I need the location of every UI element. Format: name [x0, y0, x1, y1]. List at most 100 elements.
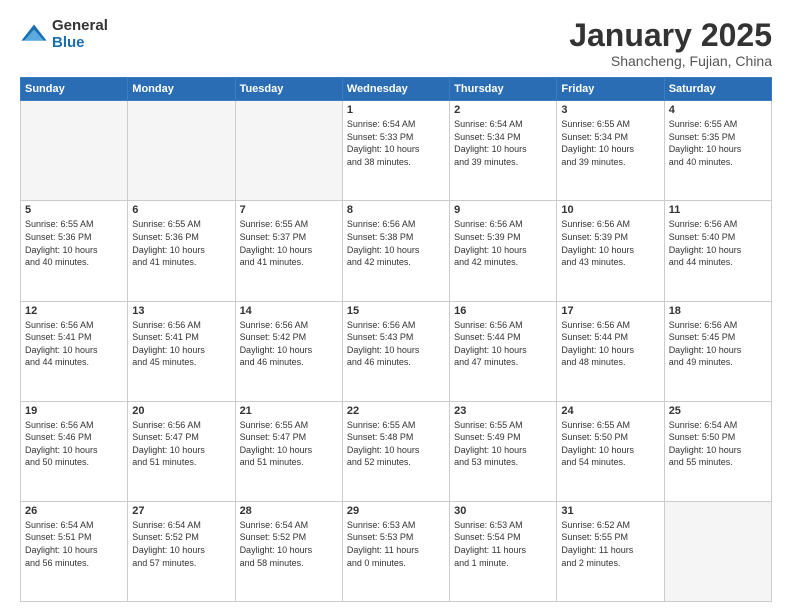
day-info: Sunrise: 6:53 AM Sunset: 5:54 PM Dayligh… [454, 519, 552, 569]
calendar-cell: 1Sunrise: 6:54 AM Sunset: 5:33 PM Daylig… [342, 101, 449, 201]
calendar-cell: 4 Sunrise: 6:55 AM Sunset: 5:35 PM Daylig… [664, 101, 771, 201]
day-info: Sunrise: 6:54 AM Sunset: 5:51 PM Dayligh… [25, 519, 123, 569]
day-info: Sunrise: 6:56 AM Sunset: 5:43 PM Dayligh… [347, 319, 445, 369]
day-info: Sunrise: 6:55 AM Sunset: 5:47 PM Dayligh… [240, 419, 338, 469]
day-number: 24 [561, 405, 659, 417]
week-row-3: 12 Sunrise: 6:56 AM Sunset: 5:41 PM Dayli… [21, 301, 772, 401]
week-row-5: 26 Sunrise: 6:54 AM Sunset: 5:51 PM Dayli… [21, 501, 772, 601]
calendar-cell: 9 Sunrise: 6:56 AM Sunset: 5:39 PM Daylig… [450, 201, 557, 301]
day-number: 19 [25, 405, 123, 417]
logo-text: General Blue [52, 18, 108, 51]
day-info: Sunrise: 6:56 AM Sunset: 5:46 PM Dayligh… [25, 419, 123, 469]
calendar-cell: 21 Sunrise: 6:55 AM Sunset: 5:47 PM Dayli… [235, 401, 342, 501]
day-number: 8 [347, 204, 445, 216]
day-info: Sunrise: 6:55 AM Sunset: 5:50 PM Dayligh… [561, 419, 659, 469]
calendar-cell [235, 101, 342, 201]
calendar-cell: 27 Sunrise: 6:54 AM Sunset: 5:52 PM Dayli… [128, 501, 235, 601]
calendar-cell: 23 Sunrise: 6:55 AM Sunset: 5:49 PM Dayli… [450, 401, 557, 501]
day-number: 9 [454, 204, 552, 216]
calendar: SundayMondayTuesdayWednesdayThursdayFrid… [20, 77, 772, 602]
week-row-4: 19 Sunrise: 6:56 AM Sunset: 5:46 PM Dayli… [21, 401, 772, 501]
weekday-sunday: Sunday [21, 78, 128, 101]
logo: General Blue [20, 18, 108, 51]
header: General Blue January 2025 Shancheng, Fuj… [20, 18, 772, 69]
calendar-cell: 12Sunrise: 6:56 AM Sunset: 5:41 PM Dayli… [21, 301, 128, 401]
day-number: 17 [561, 305, 659, 317]
week-row-2: 5 Sunrise: 6:55 AM Sunset: 5:36 PM Daylig… [21, 201, 772, 301]
day-info: Sunrise: 6:55 AM Sunset: 5:48 PM Dayligh… [347, 419, 445, 469]
day-info: Sunrise: 6:52 AM Sunset: 5:55 PM Dayligh… [561, 519, 659, 569]
day-info: Sunrise: 6:55 AM Sunset: 5:34 PM Dayligh… [561, 118, 659, 168]
location: Shancheng, Fujian, China [569, 53, 772, 69]
day-number: 22 [347, 405, 445, 417]
calendar-cell: 11 Sunrise: 6:56 AM Sunset: 5:40 PM Dayli… [664, 201, 771, 301]
weekday-header-row: SundayMondayTuesdayWednesdayThursdayFrid… [21, 78, 772, 101]
day-info: Sunrise: 6:55 AM Sunset: 5:36 PM Dayligh… [25, 218, 123, 268]
weekday-thursday: Thursday [450, 78, 557, 101]
day-number: 27 [132, 505, 230, 517]
day-number: 25 [669, 405, 767, 417]
day-info: Sunrise: 6:54 AM Sunset: 5:52 PM Dayligh… [132, 519, 230, 569]
calendar-cell: 6 Sunrise: 6:55 AM Sunset: 5:36 PM Daylig… [128, 201, 235, 301]
day-info: Sunrise: 6:53 AM Sunset: 5:53 PM Dayligh… [347, 519, 445, 569]
day-number: 6 [132, 204, 230, 216]
calendar-cell: 16Sunrise: 6:56 AM Sunset: 5:44 PM Dayli… [450, 301, 557, 401]
day-info: Sunrise: 6:56 AM Sunset: 5:42 PM Dayligh… [240, 319, 338, 369]
day-number: 11 [669, 204, 767, 216]
day-number: 2 [454, 104, 552, 116]
logo-blue: Blue [52, 35, 108, 52]
calendar-cell: 20Sunrise: 6:56 AM Sunset: 5:47 PM Dayli… [128, 401, 235, 501]
day-number: 26 [25, 505, 123, 517]
day-number: 23 [454, 405, 552, 417]
calendar-cell: 14 Sunrise: 6:56 AM Sunset: 5:42 PM Dayli… [235, 301, 342, 401]
day-number: 20 [132, 405, 230, 417]
day-info: Sunrise: 6:56 AM Sunset: 5:39 PM Dayligh… [561, 218, 659, 268]
day-number: 10 [561, 204, 659, 216]
calendar-cell: 7 Sunrise: 6:55 AM Sunset: 5:37 PM Daylig… [235, 201, 342, 301]
day-info: Sunrise: 6:56 AM Sunset: 5:41 PM Dayligh… [132, 319, 230, 369]
weekday-tuesday: Tuesday [235, 78, 342, 101]
day-info: Sunrise: 6:56 AM Sunset: 5:45 PM Dayligh… [669, 319, 767, 369]
title-block: January 2025 Shancheng, Fujian, China [569, 18, 772, 69]
calendar-cell: 18 Sunrise: 6:56 AM Sunset: 5:45 PM Dayli… [664, 301, 771, 401]
calendar-cell: 26 Sunrise: 6:54 AM Sunset: 5:51 PM Dayli… [21, 501, 128, 601]
day-info: Sunrise: 6:54 AM Sunset: 5:50 PM Dayligh… [669, 419, 767, 469]
calendar-cell: 29 Sunrise: 6:53 AM Sunset: 5:53 PM Dayli… [342, 501, 449, 601]
day-info: Sunrise: 6:55 AM Sunset: 5:35 PM Dayligh… [669, 118, 767, 168]
day-number: 13 [132, 305, 230, 317]
calendar-cell: 17 Sunrise: 6:56 AM Sunset: 5:44 PM Dayli… [557, 301, 664, 401]
day-number: 14 [240, 305, 338, 317]
day-info: Sunrise: 6:56 AM Sunset: 5:44 PM Dayligh… [561, 319, 659, 369]
day-number: 4 [669, 104, 767, 116]
day-info: Sunrise: 6:56 AM Sunset: 5:38 PM Dayligh… [347, 218, 445, 268]
day-info: Sunrise: 6:55 AM Sunset: 5:49 PM Dayligh… [454, 419, 552, 469]
calendar-cell: 24 Sunrise: 6:55 AM Sunset: 5:50 PM Dayli… [557, 401, 664, 501]
calendar-cell: 2Sunrise: 6:54 AM Sunset: 5:34 PM Daylig… [450, 101, 557, 201]
day-number: 30 [454, 505, 552, 517]
day-number: 29 [347, 505, 445, 517]
page: General Blue January 2025 Shancheng, Fuj… [0, 0, 792, 612]
day-number: 21 [240, 405, 338, 417]
calendar-cell: 28Sunrise: 6:54 AM Sunset: 5:52 PM Dayli… [235, 501, 342, 601]
day-info: Sunrise: 6:54 AM Sunset: 5:33 PM Dayligh… [347, 118, 445, 168]
week-row-1: 1Sunrise: 6:54 AM Sunset: 5:33 PM Daylig… [21, 101, 772, 201]
day-info: Sunrise: 6:56 AM Sunset: 5:40 PM Dayligh… [669, 218, 767, 268]
day-info: Sunrise: 6:55 AM Sunset: 5:37 PM Dayligh… [240, 218, 338, 268]
day-number: 12 [25, 305, 123, 317]
day-number: 31 [561, 505, 659, 517]
calendar-cell: 31 Sunrise: 6:52 AM Sunset: 5:55 PM Dayli… [557, 501, 664, 601]
day-number: 18 [669, 305, 767, 317]
day-info: Sunrise: 6:56 AM Sunset: 5:44 PM Dayligh… [454, 319, 552, 369]
day-number: 28 [240, 505, 338, 517]
calendar-cell: 3 Sunrise: 6:55 AM Sunset: 5:34 PM Daylig… [557, 101, 664, 201]
calendar-cell: 8 Sunrise: 6:56 AM Sunset: 5:38 PM Daylig… [342, 201, 449, 301]
day-number: 7 [240, 204, 338, 216]
day-info: Sunrise: 6:55 AM Sunset: 5:36 PM Dayligh… [132, 218, 230, 268]
calendar-cell [128, 101, 235, 201]
day-number: 5 [25, 204, 123, 216]
day-number: 3 [561, 104, 659, 116]
weekday-friday: Friday [557, 78, 664, 101]
calendar-cell: 22 Sunrise: 6:55 AM Sunset: 5:48 PM Dayli… [342, 401, 449, 501]
day-info: Sunrise: 6:56 AM Sunset: 5:39 PM Dayligh… [454, 218, 552, 268]
calendar-cell: 19 Sunrise: 6:56 AM Sunset: 5:46 PM Dayli… [21, 401, 128, 501]
